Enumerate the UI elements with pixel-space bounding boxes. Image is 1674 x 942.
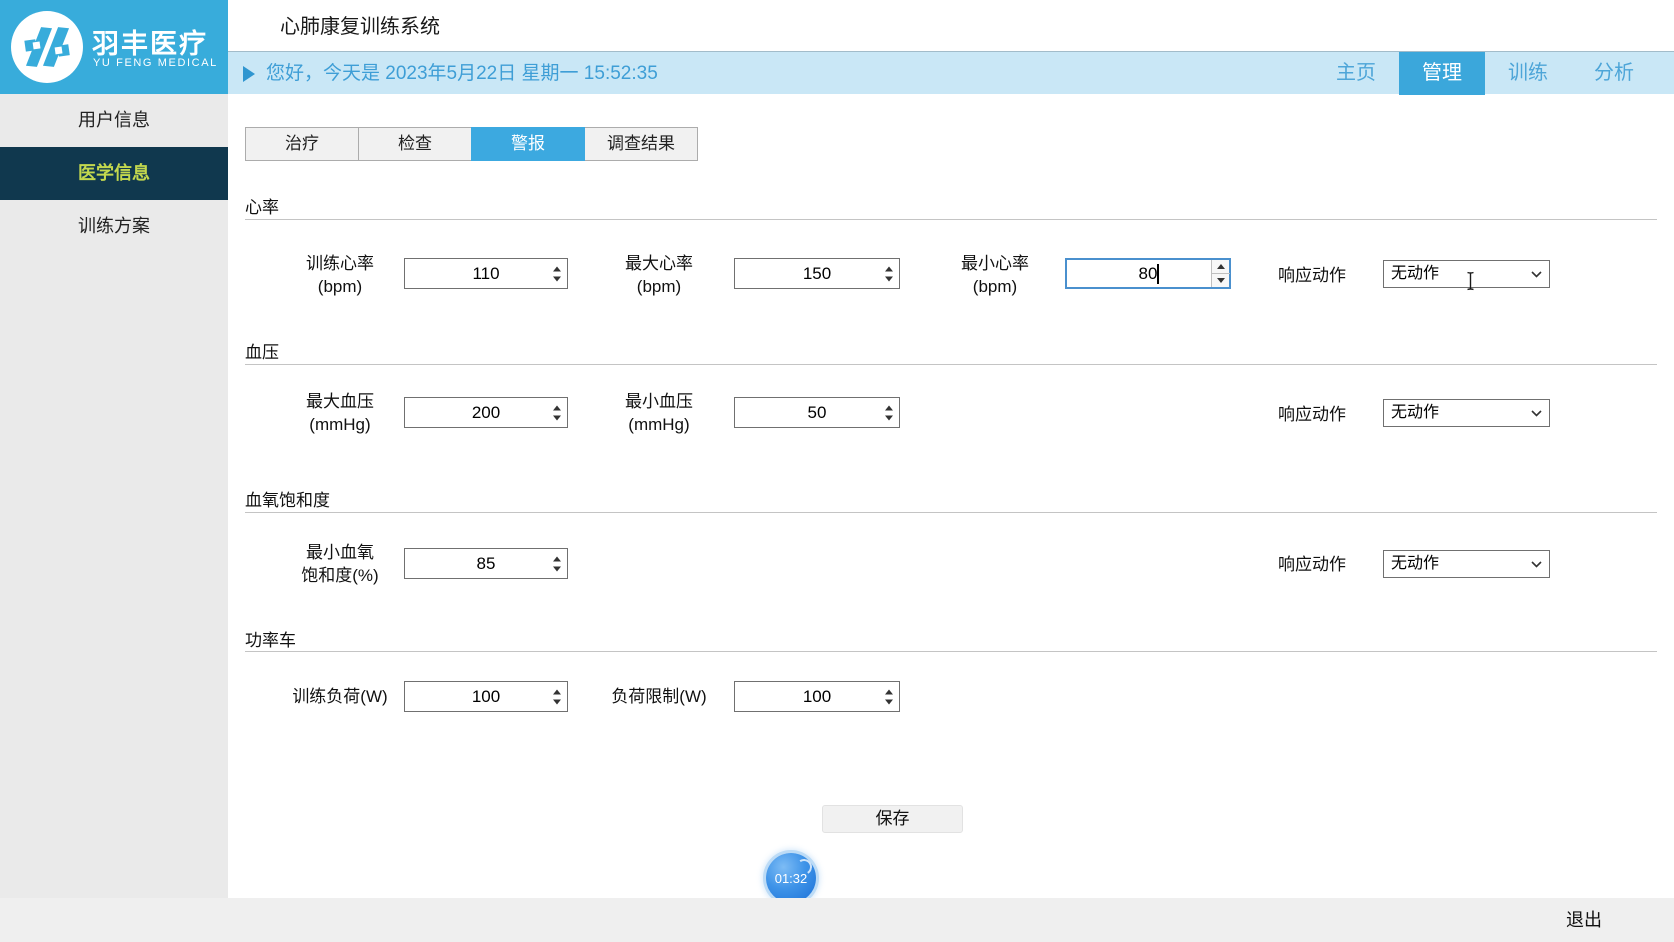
bp-min-label: 最小血压 (mmHg) xyxy=(625,392,693,434)
tab-treatment[interactable]: 治疗 xyxy=(245,127,359,161)
spinner[interactable] xyxy=(553,556,561,571)
session-timer[interactable]: 01:32 xyxy=(766,853,816,903)
bp-min-input-field[interactable] xyxy=(735,398,899,427)
spinner-down-icon[interactable] xyxy=(885,415,893,420)
save-button[interactable]: 保存 xyxy=(822,805,963,833)
bp-max-input[interactable] xyxy=(404,397,568,428)
bp-max-label: 最大血压 (mmHg) xyxy=(306,392,374,434)
bike-load-input[interactable] xyxy=(404,681,568,712)
footer-bar: 退出 xyxy=(0,898,1674,942)
tab-strip: 治疗 检查 警报 调查结果 xyxy=(245,127,698,161)
spinner-down-icon[interactable] xyxy=(885,699,893,704)
spo2-min-label: 最小血氧 饱和度(%) xyxy=(301,543,379,585)
spo2-min-input[interactable] xyxy=(404,548,568,579)
spinner[interactable] xyxy=(885,689,893,704)
greeting-text: 您好，今天是 2023年5月22日 星期一 15:52:35 xyxy=(266,63,658,84)
spinner-down-icon[interactable] xyxy=(553,699,561,704)
tab-survey[interactable]: 调查结果 xyxy=(584,127,698,161)
section-title-heart-rate: 心率 xyxy=(245,198,279,217)
spinner[interactable] xyxy=(885,405,893,420)
nav-item-analyze[interactable]: 分析 xyxy=(1571,52,1657,95)
exit-button[interactable]: 退出 xyxy=(1566,898,1602,942)
hr-training-input-field[interactable] xyxy=(405,259,567,288)
timer-value: 01:32 xyxy=(774,870,808,886)
bp-min-input[interactable] xyxy=(734,397,900,428)
spo2-action-label: 响应动作 xyxy=(1278,555,1346,574)
spinner[interactable] xyxy=(553,266,561,281)
sidebar-item-training-plan[interactable]: 训练方案 xyxy=(0,200,228,253)
bike-limit-label: 负荷限制(W) xyxy=(611,687,707,706)
section-divider xyxy=(245,651,1657,652)
bike-limit-input-field[interactable] xyxy=(735,682,899,711)
spinner-up-icon[interactable] xyxy=(885,405,893,410)
bp-response-action-select[interactable]: 无动作 xyxy=(1383,399,1550,427)
spinner[interactable] xyxy=(885,266,893,281)
bike-limit-input[interactable] xyxy=(734,681,900,712)
section-divider xyxy=(245,512,1657,513)
spinner-up-icon[interactable] xyxy=(553,556,561,561)
tab-exam[interactable]: 检查 xyxy=(358,127,472,161)
app-window: 心肺康复训练系统 您好，今天是 2023年5月22日 星期一 15:52:35 … xyxy=(0,0,1674,942)
brand-name-cn: 羽丰医疗 xyxy=(92,29,208,59)
chevron-down-icon xyxy=(1531,561,1542,568)
spinner[interactable] xyxy=(553,405,561,420)
section-divider xyxy=(245,219,1657,220)
bp-action-label: 响应动作 xyxy=(1278,405,1346,424)
hr-min-label: 最小心率 (bpm) xyxy=(961,254,1029,296)
bp-max-input-field[interactable] xyxy=(405,398,567,427)
section-title-blood-pressure: 血压 xyxy=(245,343,279,362)
hr-min-input[interactable] xyxy=(1065,258,1231,289)
sidebar-item-user-info[interactable]: 用户信息 xyxy=(0,94,228,147)
hr-action-label: 响应动作 xyxy=(1278,266,1346,285)
hr-min-input-field[interactable] xyxy=(1067,260,1229,287)
hr-max-input[interactable] xyxy=(734,258,900,289)
brand-logo: 羽丰医疗 YU FENG MEDICAL xyxy=(0,0,228,94)
page-title: 心肺康复训练系统 xyxy=(280,16,440,38)
hr-training-input[interactable] xyxy=(404,258,568,289)
section-title-bike: 功率车 xyxy=(245,631,296,650)
spinner-down-icon[interactable] xyxy=(553,415,561,420)
greeting-bar: 您好，今天是 2023年5月22日 星期一 15:52:35 主页 管理 训练 … xyxy=(0,51,1674,95)
spinner-up-icon[interactable] xyxy=(885,266,893,271)
top-nav: 主页 管理 训练 分析 xyxy=(1313,52,1657,95)
nav-item-home[interactable]: 主页 xyxy=(1313,52,1399,95)
logo-mark-icon xyxy=(11,11,83,83)
brand-name-en: YU FENG MEDICAL xyxy=(93,57,218,69)
spinner[interactable] xyxy=(553,689,561,704)
hr-max-label: 最大心率 (bpm) xyxy=(625,254,693,296)
spinner-down-icon[interactable] xyxy=(553,566,561,571)
chevron-down-icon xyxy=(1531,410,1542,417)
text-caret xyxy=(1157,264,1159,284)
spo2-response-action-select[interactable]: 无动作 xyxy=(1383,550,1550,578)
tab-alarm[interactable]: 警报 xyxy=(471,127,585,161)
spinner-down-icon[interactable] xyxy=(553,276,561,281)
spinner-up-icon[interactable] xyxy=(553,266,561,271)
hr-training-label: 训练心率 (bpm) xyxy=(306,254,374,296)
nav-item-train[interactable]: 训练 xyxy=(1485,52,1571,95)
spinner-down-icon[interactable] xyxy=(885,276,893,281)
chevron-down-icon xyxy=(1531,271,1542,278)
bike-load-label: 训练负荷(W) xyxy=(292,687,388,706)
top-bar: 心肺康复训练系统 xyxy=(0,0,1674,51)
bike-load-input-field[interactable] xyxy=(405,682,567,711)
nav-item-manage[interactable]: 管理 xyxy=(1399,52,1485,95)
hr-max-input-field[interactable] xyxy=(735,259,899,288)
greeting-arrow-icon xyxy=(243,66,255,82)
spinner-up-icon[interactable] xyxy=(553,405,561,410)
spinner-up-icon[interactable] xyxy=(553,689,561,694)
section-divider xyxy=(245,364,1657,365)
text-cursor-icon xyxy=(1467,271,1474,291)
spo2-min-input-field[interactable] xyxy=(405,549,567,578)
section-title-spo2: 血氧饱和度 xyxy=(245,491,330,510)
spinner-up-icon[interactable] xyxy=(885,689,893,694)
sidebar-item-medical-info[interactable]: 医学信息 xyxy=(0,147,228,200)
sidebar: 用户信息 医学信息 训练方案 xyxy=(0,94,228,898)
